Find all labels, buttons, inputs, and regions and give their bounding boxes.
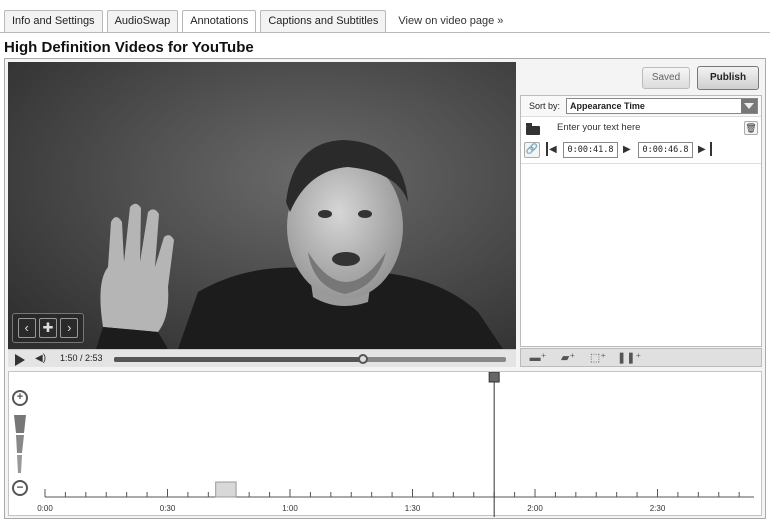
annotation-editor: ‹ ✚ › ◀) 1:50 / 2:53 Saved Publish Sort … <box>4 58 766 519</box>
chevron-down-icon[interactable] <box>741 99 757 113</box>
play-icon[interactable] <box>15 354 25 366</box>
timeline-label: 0:00 <box>37 504 53 513</box>
tab-audioswap[interactable]: AudioSwap <box>106 10 179 32</box>
timeline-label: 2:00 <box>527 504 543 513</box>
annotation-text[interactable]: Enter your text here <box>557 122 640 133</box>
end-marker-icon <box>710 142 712 156</box>
sort-label: Sort by: <box>529 101 561 111</box>
link-icon[interactable]: 🔗 <box>524 142 540 158</box>
player-controls: ◀) 1:50 / 2:53 <box>8 349 516 367</box>
sort-select[interactable]: Appearance Time <box>566 98 758 114</box>
time-display: 1:50 / 2:53 <box>60 353 103 363</box>
start-time-field[interactable]: 0:00:41.8 <box>563 142 618 158</box>
annotations-panel: Saved Publish Sort by: Appearance Time E… <box>519 62 763 367</box>
start-marker-icon <box>546 142 548 156</box>
tab-info-and-settings[interactable]: Info and Settings <box>4 10 103 32</box>
tab-divider <box>0 32 770 33</box>
seek-bar[interactable] <box>114 354 506 364</box>
add-spotlight-icon[interactable]: ⬚⁺ <box>587 351 609 366</box>
add-note-icon[interactable]: ▰⁺ <box>557 351 579 366</box>
page-title: High Definition Videos for YouTube <box>4 39 254 56</box>
video-preview[interactable]: ‹ ✚ › <box>8 62 516 349</box>
tab-captions-and-subtitles[interactable]: Captions and Subtitles <box>260 10 387 32</box>
timeline-ruler: 0:00 0:30 1:00 1:30 2:00 2:30 <box>37 372 754 517</box>
annotation-item[interactable]: Enter your text here 🗑 🔗 ◀ 0:00:41.8 ▶ 0… <box>521 118 761 164</box>
arrow-right-end-icon[interactable]: ▶ <box>698 144 706 155</box>
timeline-label: 1:30 <box>405 504 421 513</box>
sort-row: Sort by: Appearance Time <box>521 96 761 117</box>
playhead-handle[interactable] <box>488 372 500 383</box>
annotation-list: Sort by: Appearance Time Enter your text… <box>520 95 762 347</box>
timeline[interactable]: + − 0:00 0:30 1:00 1:30 2:00 2:30 <box>8 371 762 517</box>
next-icon[interactable]: › <box>60 318 79 338</box>
trash-icon[interactable]: 🗑 <box>744 121 758 135</box>
timeline-label: 0:30 <box>160 504 176 513</box>
volume-icon[interactable]: ◀) <box>35 353 46 364</box>
add-speech-bubble-icon[interactable]: ▬⁺ <box>527 351 549 366</box>
arrow-left-icon[interactable]: ◀ <box>549 144 557 155</box>
publish-button[interactable]: Publish <box>697 66 759 90</box>
timeline-annotation-block[interactable] <box>215 481 237 498</box>
annotation-tools: ▬⁺ ▰⁺ ⬚⁺ ❚❚⁺ <box>520 348 762 367</box>
saved-button[interactable]: Saved <box>642 67 690 89</box>
tab-bar: Info and Settings AudioSwap Annotations … <box>4 10 511 33</box>
timeline-label: 1:00 <box>282 504 298 513</box>
add-pause-icon[interactable]: ❚❚⁺ <box>617 351 641 366</box>
video-frame-image <box>8 62 516 349</box>
timeline-label: 2:30 <box>650 504 666 513</box>
speech-bubble-icon <box>526 123 540 135</box>
end-time-field[interactable]: 0:00:46.8 <box>638 142 693 158</box>
sort-value: Appearance Time <box>570 101 645 111</box>
video-nav-controls: ‹ ✚ › <box>12 313 84 343</box>
seek-progress <box>114 357 364 362</box>
arrow-right-icon[interactable]: ▶ <box>623 144 631 155</box>
tab-annotations[interactable]: Annotations <box>182 10 257 33</box>
add-note-icon[interactable]: ✚ <box>38 318 57 338</box>
view-on-video-page-link[interactable]: View on video page » <box>390 10 511 32</box>
previous-icon[interactable]: ‹ <box>17 318 36 338</box>
seek-handle[interactable] <box>358 354 369 364</box>
